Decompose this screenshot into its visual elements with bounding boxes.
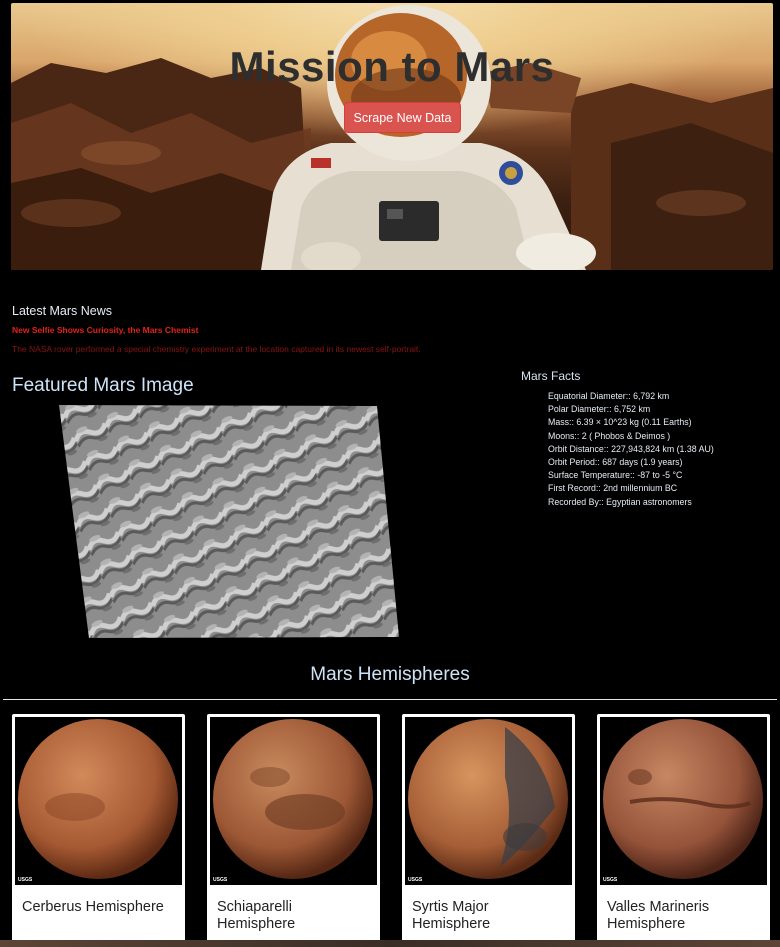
news-title: New Selfie Shows Curiosity, the Mars Che… — [12, 325, 199, 335]
divider — [3, 699, 777, 700]
fact-item: Equatorial Diameter:: 6,792 km — [548, 391, 670, 401]
fact-item: Orbit Period:: 687 days (1.9 years) — [548, 456, 683, 467]
mars-facts-list: Equatorial Diameter:: 6,792 km Polar Dia… — [548, 390, 714, 509]
hemisphere-image: USGS — [405, 717, 572, 885]
hemisphere-card-schiaparelli[interactable]: USGS Schiaparelli Hemisphere — [207, 714, 380, 947]
hemisphere-title[interactable]: Syrtis Major Hemisphere — [412, 899, 562, 933]
hemisphere-image: USGS — [15, 717, 182, 885]
fact-item: First Record:: 2nd millennium BC — [548, 483, 678, 494]
hemispheres-heading: Mars Hemispheres — [310, 664, 470, 685]
mars-facts-heading: Mars Facts — [521, 369, 581, 383]
bottom-edge — [0, 940, 780, 947]
page: Mission to Mars Scrape New Data Latest M… — [0, 0, 780, 947]
hemisphere-image: USGS — [210, 717, 377, 885]
fact-item: Orbit Distance:: 227,943,824 km (1.38 AU… — [548, 443, 714, 454]
scrape-new-data-button[interactable]: Scrape New Data — [344, 102, 461, 133]
hemisphere-card-valles-marineris[interactable]: USGS Valles Marineris Hemisphere — [597, 714, 770, 947]
hemisphere-card-syrtis-major[interactable]: USGS Syrtis Major Hemisphere — [402, 714, 575, 947]
featured-image-heading: Featured Mars Image — [12, 375, 194, 396]
fact-item: Recorded By:: Egyptian astronomers — [548, 496, 692, 507]
fact-item: Moons:: 2 ( Phobos & Deimos ) — [548, 430, 671, 441]
hemisphere-title[interactable]: Schiaparelli Hemisphere — [217, 899, 367, 933]
page-title: Mission to Mars — [229, 43, 555, 90]
news-teaser: The NASA rover performed a special chemi… — [12, 344, 421, 354]
latest-news-heading: Latest Mars News — [12, 304, 113, 318]
usgs-credit: USGS — [18, 877, 33, 883]
fact-item: Mass:: 6.39 × 10^23 kg (0.11 Earths) — [548, 417, 692, 428]
hero-jumbotron: Mission to Mars Scrape New Data — [11, 3, 773, 270]
fact-item: Polar Diameter:: 6,752 km — [548, 404, 651, 415]
hemisphere-card-cerberus[interactable]: USGS Cerberus Hemisphere — [12, 714, 185, 947]
usgs-credit: USGS — [603, 877, 618, 883]
usgs-credit: USGS — [408, 877, 423, 883]
featured-mars-image — [59, 405, 399, 638]
usgs-credit: USGS — [213, 877, 228, 883]
hemisphere-title[interactable]: Valles Marineris Hemisphere — [607, 899, 757, 933]
fact-item: Surface Temperature:: -87 to -5 °C — [548, 470, 683, 481]
hemisphere-image: USGS — [600, 717, 767, 885]
hemisphere-title[interactable]: Cerberus Hemisphere — [22, 899, 172, 916]
